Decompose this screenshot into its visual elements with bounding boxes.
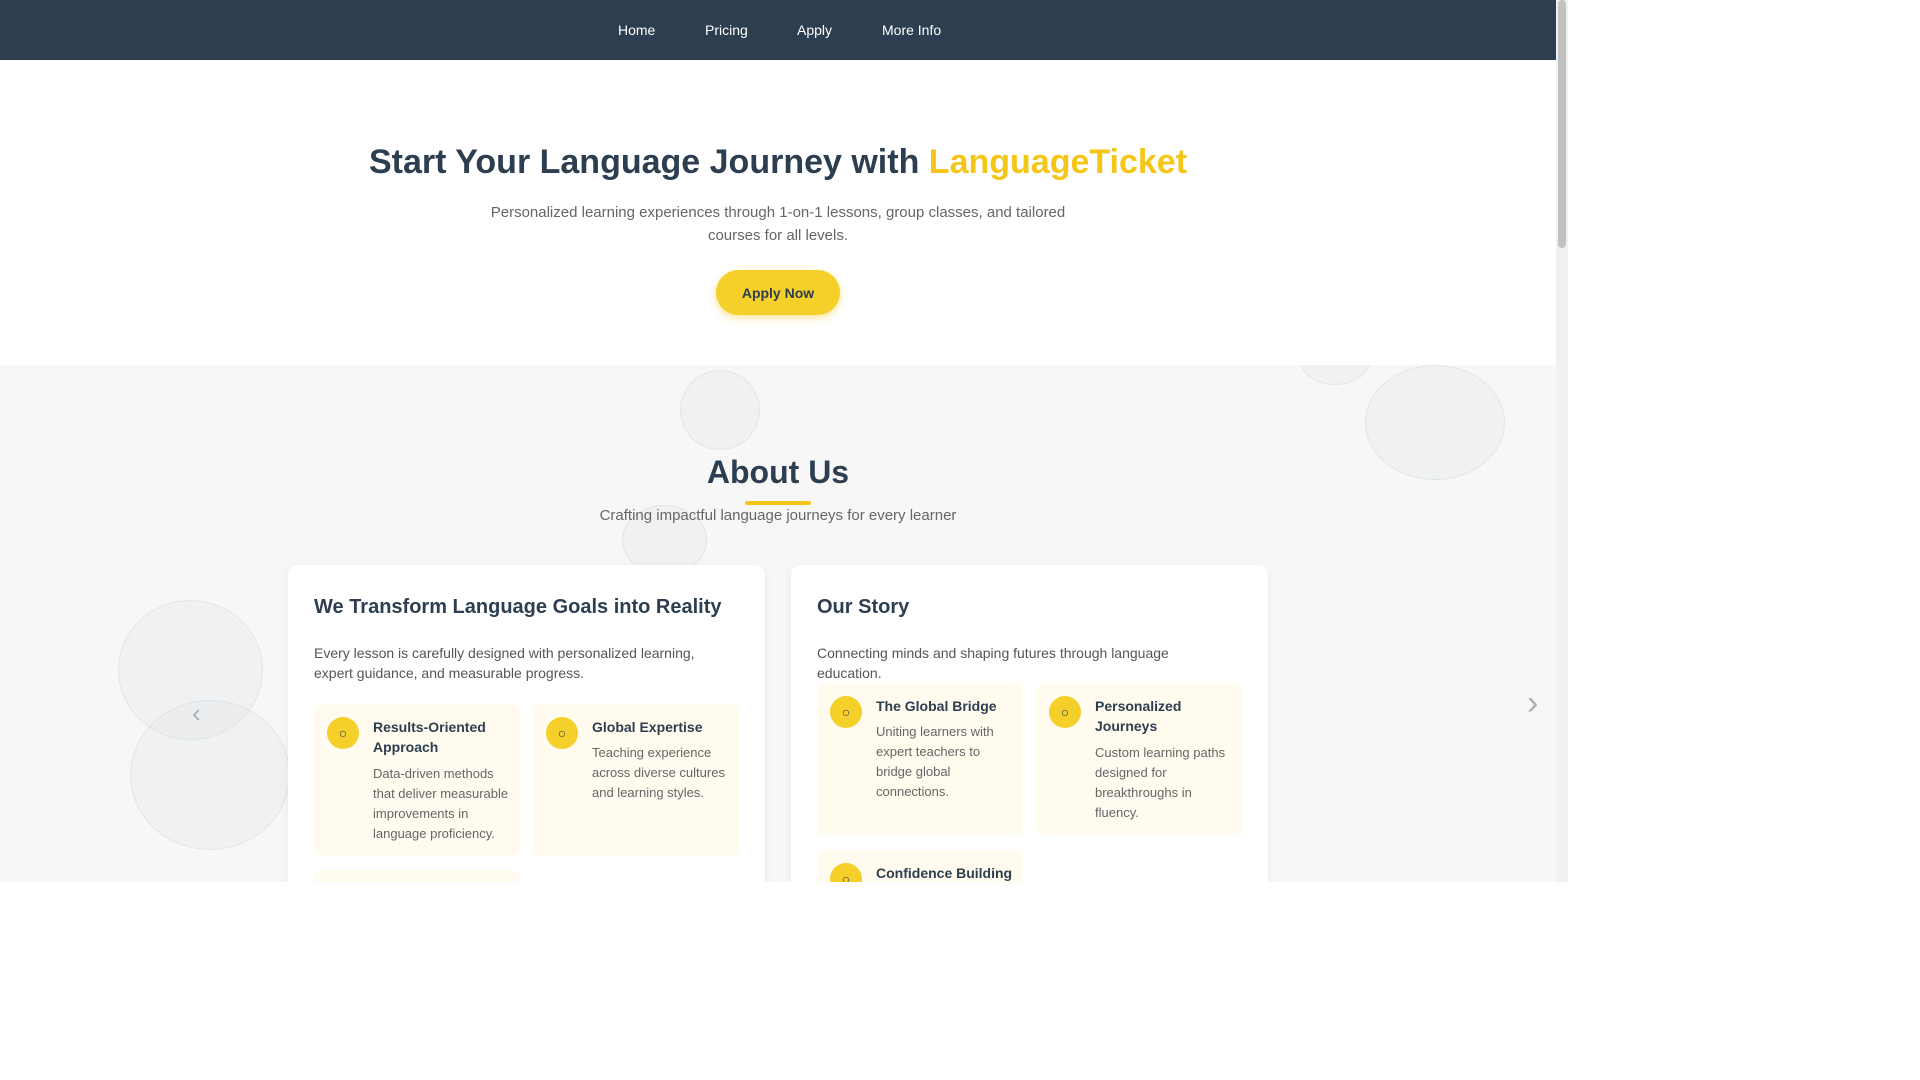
decorative-circle (680, 370, 760, 450)
chevron-right-icon[interactable]: › (1527, 686, 1538, 720)
transform-card-text: Every lesson is carefully designed with … (314, 645, 695, 681)
transform-card: We Transform Language Goals into Reality… (288, 565, 765, 882)
feature-title: Confidence Building (876, 865, 1013, 881)
feature-confidence-building: ○ Confidence Building (817, 850, 1023, 882)
feature-card-partial (314, 870, 520, 882)
hero-subtitle: Personalized learning experiences throug… (490, 204, 1066, 244)
chevron-left-icon[interactable]: ‹ (192, 698, 201, 728)
nav-link-pricing[interactable]: Pricing (705, 21, 748, 39)
feature-icon: ○ (830, 863, 862, 882)
feature-title: Results-Oriented Approach (373, 719, 486, 755)
apply-now-button[interactable]: Apply Now (716, 270, 840, 315)
feature-results-oriented: ○ Results-Oriented Approach Data-driven … (314, 704, 520, 856)
title-underline (745, 501, 811, 505)
hero-title-prefix: Start Your Language Journey with (368, 143, 929, 181)
nav-link-more-info[interactable]: More Info (882, 21, 941, 39)
about-subtitle: Crafting impactful language journeys for… (599, 507, 957, 524)
feature-text: Data-driven methods that deliver measura… (373, 766, 509, 841)
brand-name: LanguageTicket (928, 143, 1188, 181)
scrollbar-thumb[interactable] (1558, 0, 1566, 248)
transform-card-title: We Transform Language Goals into Reality (314, 596, 722, 618)
nav-link-home[interactable]: Home (618, 21, 655, 39)
about-title: About Us (706, 454, 850, 490)
about-section: About Us Crafting impactful language jou… (0, 365, 1556, 882)
nav-link-apply[interactable]: Apply (797, 21, 832, 39)
feature-title: The Global Bridge (876, 698, 997, 714)
hero-title: Start Your Language Journey with Languag… (0, 140, 1556, 184)
hero-section: Start Your Language Journey with Languag… (0, 60, 1556, 365)
feature-global-expertise: ○ Global Expertise Teaching experience a… (533, 704, 739, 856)
our-story-title: Our Story (817, 596, 910, 618)
feature-personalized-journeys: ○ Personalized Journeys Custom learning … (1036, 683, 1242, 835)
feature-title: Personalized Journeys (1095, 698, 1182, 734)
feature-icon: ○ (546, 717, 578, 749)
decorative-circle (130, 700, 290, 850)
feature-text: Uniting learners with expert teachers to… (876, 724, 994, 799)
feature-title: Global Expertise (592, 719, 703, 735)
feature-icon: ○ (1049, 696, 1081, 728)
decorative-circle (1300, 365, 1370, 385)
feature-global-bridge: ○ The Global Bridge Uniting learners wit… (817, 683, 1023, 835)
feature-icon: ○ (327, 717, 359, 749)
our-story-text: Connecting minds and shaping futures thr… (817, 645, 1169, 681)
our-story-card: Our Story Connecting minds and shaping f… (791, 565, 1268, 882)
feature-text: Teaching experience across diverse cultu… (592, 745, 725, 800)
top-navbar: Home Pricing Apply More Info (0, 0, 1556, 60)
feature-text: Custom learning paths designed for break… (1095, 745, 1226, 820)
feature-icon: ○ (830, 696, 862, 728)
